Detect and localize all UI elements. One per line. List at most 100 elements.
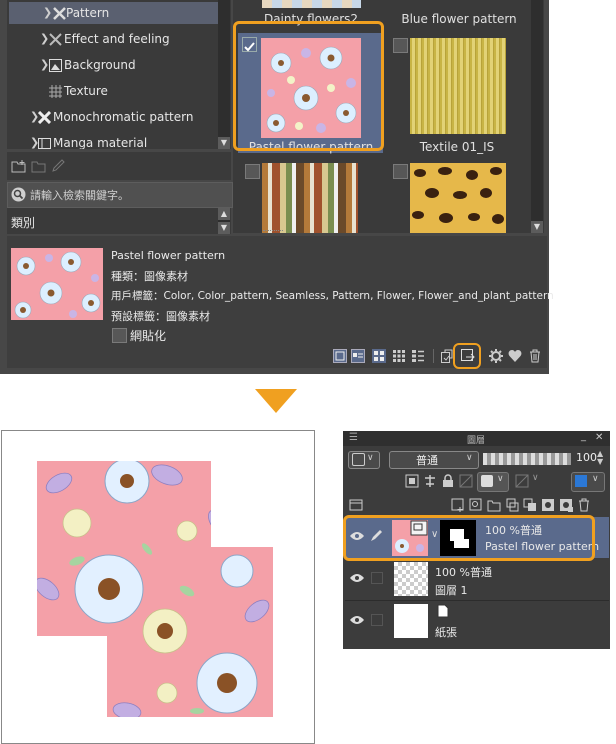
splitter-handle[interactable]	[263, 230, 283, 233]
layer-select-box[interactable]	[371, 572, 383, 584]
palette-color-select[interactable]: ∨	[477, 472, 509, 492]
tree-scrollbar[interactable]: ▼	[218, 0, 230, 149]
detail-preview-thumbnail	[11, 248, 103, 320]
texture-icon	[49, 85, 62, 98]
layer-row-layer1[interactable]: 100 %普通 圖層 1	[345, 559, 609, 601]
trash-icon[interactable]	[528, 349, 542, 363]
tag-scrollbar[interactable]: ▲ ▼	[218, 208, 230, 234]
opacity-stepper-icon[interactable]: ▲ ▼	[597, 450, 603, 466]
tree-item-background[interactable]: ❯ Background	[7, 54, 217, 76]
tree-item-effect[interactable]: ❯ Effect and feeling	[7, 28, 217, 50]
tree-item-monochromatic[interactable]: ❯ Monochromatic pattern	[7, 106, 217, 128]
layer-panel: ☰ 圖層 _ ✕ ∨ 普通 ∨ 100 ▲ ▼ ∨ ∨ ∨ ∨ 100 %普通 …	[343, 431, 610, 649]
grid-scrollbar[interactable]: ▼	[531, 0, 543, 233]
thumbnail-checkbox[interactable]	[393, 38, 408, 53]
settings-gear-icon[interactable]	[489, 349, 503, 363]
layer-property-icon[interactable]	[349, 498, 363, 512]
layer-name: 圖層 1	[435, 584, 468, 597]
view-list-icon[interactable]	[411, 349, 425, 363]
duplicate-folder-icon[interactable]	[31, 159, 47, 173]
layer-panel-title: 圖層	[467, 436, 486, 446]
layer-select-box[interactable]	[371, 614, 383, 626]
blend-select-left[interactable]: ∨	[348, 451, 380, 469]
toolbar-divider	[433, 349, 434, 363]
material-panel: ❯ Pattern ❯ Effect and feeling ❯ Backgro…	[0, 0, 554, 374]
tag-category-list[interactable]: 類別 ▲ ▼	[7, 208, 231, 234]
thumbnail-name: Textile 01_IS	[419, 140, 495, 154]
new-vector-layer-icon[interactable]	[469, 498, 483, 512]
background-icon	[49, 59, 62, 72]
detail-user-tags: 用戶標籤：Color, Color_pattern, Seamless, Pat…	[111, 290, 554, 302]
eye-icon[interactable]	[350, 573, 364, 583]
tile-label: 網貼化	[130, 329, 167, 343]
chevron-down-icon: ∨	[592, 474, 599, 484]
lock-transparency-icon[interactable]	[459, 474, 473, 488]
replace-button-highlight	[453, 343, 481, 369]
edit-icon[interactable]	[51, 159, 67, 173]
reference-layer-icon[interactable]	[423, 474, 437, 488]
selection-highlight	[233, 21, 384, 151]
stripe-thumbnail[interactable]	[262, 163, 358, 233]
search-icon	[11, 187, 26, 202]
tile-checkbox[interactable]	[112, 328, 127, 343]
tree-toolbar	[7, 152, 231, 180]
chevron-right-icon[interactable]: ❯	[40, 54, 49, 76]
view-list-detail-icon[interactable]	[351, 349, 365, 363]
tree-item-label: Background	[64, 58, 136, 72]
blend-mode-value: 普通	[416, 454, 438, 467]
leopard-thumbnail[interactable]	[410, 163, 506, 233]
chevron-down-icon: ∨	[466, 453, 473, 463]
opacity-slider[interactable]	[483, 453, 571, 465]
apply-mask-icon[interactable]	[559, 498, 573, 512]
menu-icon[interactable]: ☰	[349, 432, 358, 443]
tree-item-label: Pattern	[66, 6, 110, 20]
delete-layer-icon[interactable]	[577, 498, 591, 512]
view-small-thumbnails-icon[interactable]	[392, 349, 406, 363]
material-grid: Dainty flowers2 Blue flower pattern Past…	[233, 0, 544, 233]
textile-thumbnail[interactable]	[410, 38, 506, 134]
scroll-down-icon[interactable]: ▼	[218, 137, 230, 149]
favorite-heart-icon[interactable]	[508, 349, 522, 363]
chevron-right-icon[interactable]: ❯	[40, 28, 49, 50]
layer-color-select[interactable]: ∨	[571, 472, 605, 492]
view-detail-icon[interactable]	[333, 349, 347, 363]
eye-icon[interactable]	[350, 615, 364, 625]
effect-icon	[49, 33, 62, 46]
thumbnail-checkbox[interactable]	[245, 164, 260, 179]
minimize-icon[interactable]: _	[581, 431, 586, 442]
chevron-right-icon[interactable]: ❯	[43, 2, 52, 24]
detail-type: 種類：圖像素材	[111, 270, 188, 283]
new-folder-icon[interactable]	[11, 159, 27, 173]
search-field[interactable]: 請輸入檢索關鍵字。	[7, 182, 233, 208]
layer-option-toolbar: ∨ ∨ ∨	[343, 471, 610, 493]
combine-down-icon[interactable]	[523, 498, 537, 512]
tree-item-manga[interactable]: ❯ Manga material	[7, 132, 217, 149]
create-mask-icon[interactable]	[541, 498, 555, 512]
mask-enable-select[interactable]: ∨	[513, 472, 543, 490]
tag-category-label: 類別	[11, 216, 36, 230]
chevron-down-icon: ∨	[532, 473, 539, 483]
tree-item-label: Effect and feeling	[64, 32, 170, 46]
pattern-icon	[53, 7, 66, 20]
close-icon[interactable]: ✕	[595, 432, 603, 443]
transfer-down-icon[interactable]	[505, 498, 519, 512]
view-large-thumbnails-icon[interactable]	[372, 349, 386, 363]
scroll-down-icon[interactable]: ▼	[218, 222, 230, 234]
opacity-value[interactable]: 100	[576, 451, 597, 464]
tree-item-label: Manga material	[53, 136, 148, 149]
blend-mode-select[interactable]: 普通 ∨	[389, 451, 479, 469]
lock-icon[interactable]	[441, 474, 455, 488]
clip-layer-icon[interactable]	[405, 474, 419, 488]
scroll-down-icon[interactable]: ▼	[531, 221, 543, 233]
mask-off-icon	[515, 474, 529, 488]
thumbnail-dainty-flowers[interactable]	[262, 0, 361, 8]
paste-to-canvas-icon[interactable]	[440, 349, 454, 363]
layer-thumbnail-paper	[394, 604, 428, 638]
new-raster-layer-icon[interactable]	[451, 498, 465, 512]
layer-row-paper[interactable]: 紙張	[345, 601, 609, 642]
tree-item-texture[interactable]: Texture	[7, 80, 217, 102]
new-folder-icon[interactable]	[487, 498, 501, 512]
scroll-up-icon[interactable]: ▲	[218, 208, 230, 220]
tree-item-pattern[interactable]: ❯ Pattern	[9, 2, 221, 24]
thumbnail-checkbox[interactable]	[393, 164, 408, 179]
